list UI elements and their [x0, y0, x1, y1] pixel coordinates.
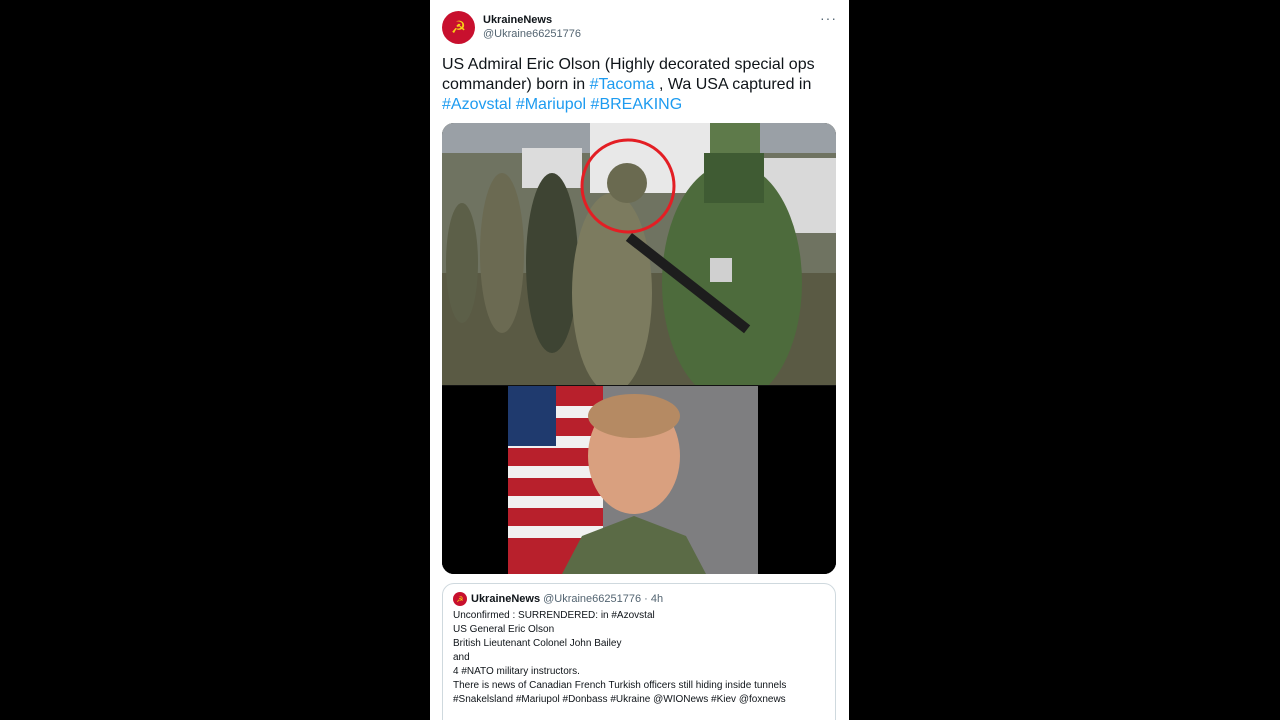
- quoted-line: 4 #NATO military instructors.: [453, 666, 580, 677]
- hashtag-mariupol[interactable]: #Mariupol: [516, 96, 586, 113]
- quoted-tweet-header: ☭ UkraineNews @Ukraine66251776 · 4h: [453, 592, 825, 606]
- hashtag-tacoma[interactable]: #Tacoma: [590, 76, 655, 93]
- quoted-line: #Snakelsland #Mariupol #Donbass #Ukraine…: [453, 694, 786, 705]
- author-name[interactable]: UkraineNews: [483, 14, 552, 26]
- quoted-time: · 4h: [644, 593, 664, 605]
- quoted-line: US General Eric Olson: [453, 624, 555, 635]
- admiral-portrait[interactable]: [442, 386, 836, 574]
- tweet-media[interactable]: [442, 123, 836, 574]
- soldiers-photo[interactable]: [442, 123, 836, 385]
- more-dots-icon[interactable]: ···: [820, 10, 837, 26]
- quoted-author-name[interactable]: UkraineNews: [471, 593, 540, 605]
- quoted-tweet[interactable]: ☭ UkraineNews @Ukraine66251776 · 4h Unco…: [442, 583, 836, 720]
- quoted-line: Unconfirmed : SURRENDERED: in #Azovstal: [453, 610, 655, 621]
- quoted-line: British Lieutenant Colonel John Bailey: [453, 638, 622, 649]
- quoted-tweet-text: Unconfirmed : SURRENDERED: in #Azovstal …: [453, 609, 825, 707]
- hashtag-azovstal[interactable]: #Azovstal: [442, 96, 511, 113]
- tweet-text-part: , Wa USA captured in: [654, 76, 812, 93]
- author-avatar[interactable]: ☭: [442, 11, 475, 44]
- tweet-card: ☭ UkraineNews @Ukraine66251776 ··· US Ad…: [430, 0, 849, 720]
- quoted-line: and: [453, 652, 470, 663]
- quoted-author-handle[interactable]: @Ukraine66251776: [543, 593, 641, 605]
- hashtag-breaking[interactable]: #BREAKING: [591, 96, 683, 113]
- author-handle[interactable]: @Ukraine66251776: [483, 28, 581, 40]
- quoted-line: There is news of Canadian French Turkish…: [453, 680, 787, 691]
- quoted-author-avatar[interactable]: ☭: [453, 592, 467, 606]
- tweet-text: US Admiral Eric Olson (Highly decorated …: [442, 55, 837, 115]
